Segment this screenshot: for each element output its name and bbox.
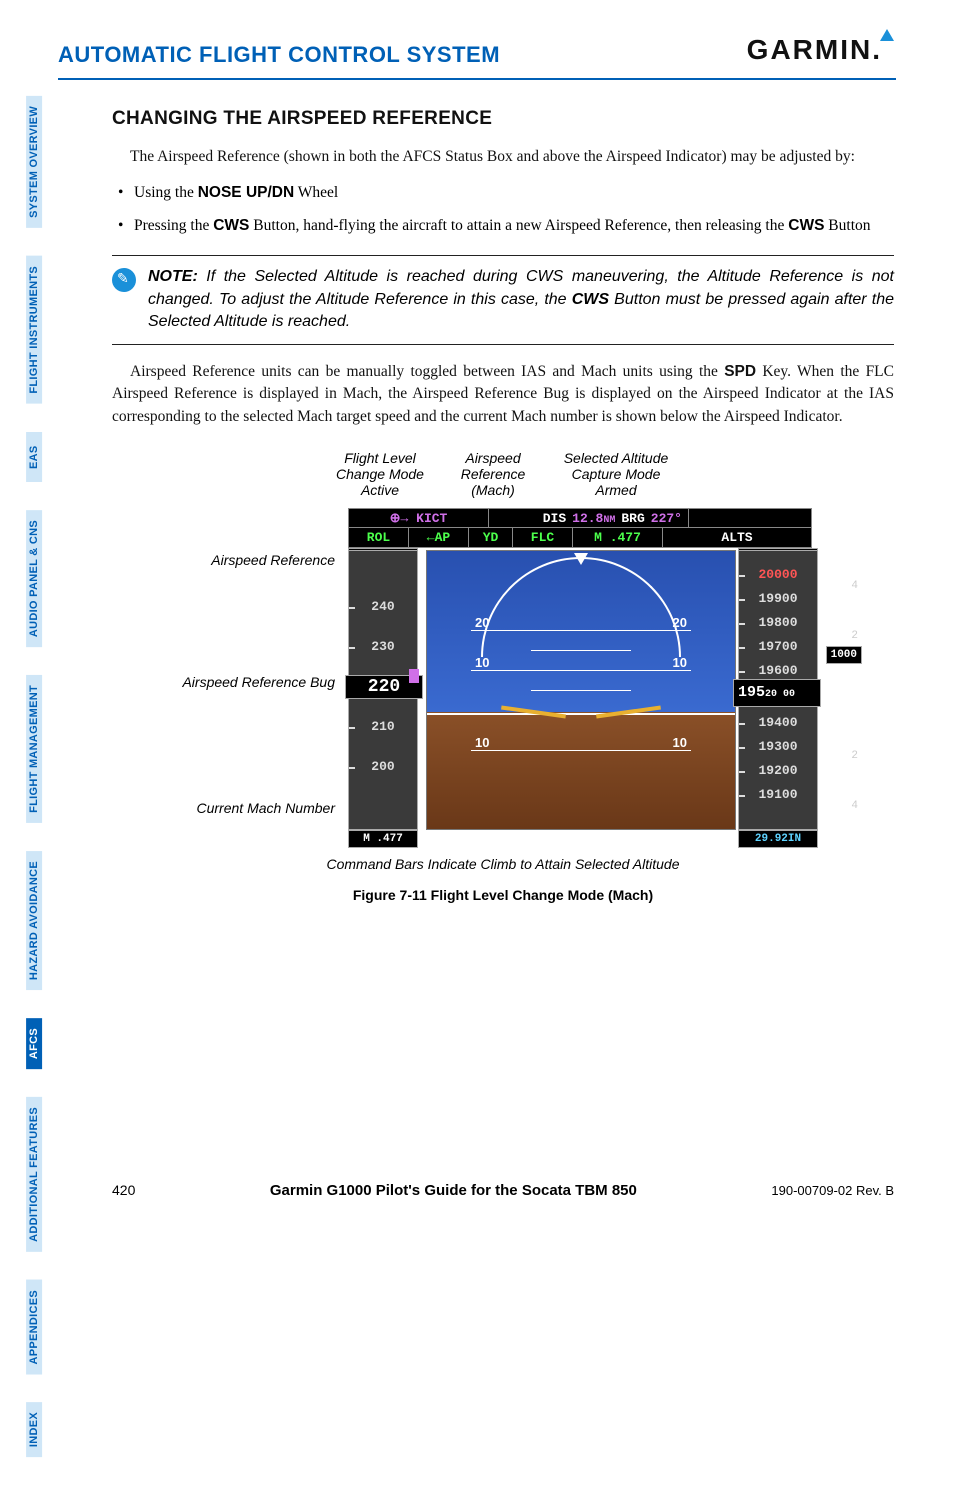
command-bars-caption: Command Bars Indicate Climb to Attain Se… bbox=[188, 856, 818, 873]
tab-index[interactable]: INDEX bbox=[26, 1402, 42, 1457]
ap-annun: ←AP bbox=[409, 528, 469, 547]
callout-flc-active: Flight Level Change Mode Active bbox=[335, 450, 425, 498]
altitude-readout: 19520 00 bbox=[733, 679, 821, 707]
altitude-tape: 20000 19900 19800 19700 19600 19520 00 1… bbox=[738, 550, 818, 830]
tab-flight-instruments[interactable]: FLIGHT INSTRUMENTS bbox=[26, 256, 42, 404]
vsi-readout: 1000 bbox=[826, 646, 862, 664]
tab-system-overview[interactable]: SYSTEM OVERVIEW bbox=[26, 96, 42, 228]
label-airspeed-reference: Airspeed Reference bbox=[211, 552, 335, 568]
airspeed-tape: 240 230 220 210 200 bbox=[348, 550, 418, 830]
callout-alt-capture-armed: Selected Altitude Capture Mode Armed bbox=[561, 450, 671, 498]
roll-pointer-icon bbox=[574, 553, 588, 565]
afcs-status-box: ⊕→ KICT DIS12.8NMBRG227° ROL ←AP YD FLC … bbox=[348, 508, 812, 548]
vertical-mode: FLC bbox=[513, 528, 573, 547]
yd-annun: YD bbox=[469, 528, 513, 547]
body-paragraph: Airspeed Reference units can be manually… bbox=[112, 361, 894, 428]
page-content: CHANGING THE AIRSPEED REFERENCE The Airs… bbox=[112, 108, 894, 903]
callout-airspeed-ref-mach: Airspeed Reference (Mach) bbox=[453, 450, 533, 498]
tab-appendices[interactable]: APPENDICES bbox=[26, 1280, 42, 1375]
tab-afcs[interactable]: AFCS bbox=[26, 1018, 42, 1069]
note-text: NOTE: If the Selected Altitude is reache… bbox=[148, 266, 894, 333]
bullet-1: Using the NOSE UP/DN Wheel bbox=[134, 182, 894, 204]
pfd-wrap: ⊕→ KICT DIS12.8NMBRG227° ROL ←AP YD FLC … bbox=[188, 508, 818, 873]
tab-additional-features[interactable]: ADDITIONAL FEATURES bbox=[26, 1097, 42, 1252]
page-header: AUTOMATIC FLIGHT CONTROL SYSTEM GARMIN. bbox=[58, 42, 896, 80]
lateral-mode: ROL bbox=[349, 528, 409, 547]
figure-caption: Figure 7-11 Flight Level Change Mode (Ma… bbox=[112, 887, 894, 903]
doc-number: 190-00709-02 Rev. B bbox=[771, 1183, 894, 1198]
note-icon bbox=[112, 268, 136, 292]
note-block: NOTE: If the Selected Altitude is reache… bbox=[112, 255, 894, 344]
section-heading: CHANGING THE AIRSPEED REFERENCE bbox=[112, 108, 894, 130]
vertical-ref: M .477 bbox=[573, 528, 663, 547]
mach-readout: M .477 bbox=[348, 830, 418, 848]
status-row-afcs: ROL ←AP YD FLC M .477 ALTS bbox=[348, 528, 812, 548]
page-number: 420 bbox=[112, 1182, 135, 1198]
footer-title: Garmin G1000 Pilot's Guide for the Socat… bbox=[270, 1182, 637, 1199]
figure-top-callouts: Flight Level Change Mode Active Airspeed… bbox=[112, 450, 894, 498]
sidebar-tabs: SYSTEM OVERVIEW FLIGHT INSTRUMENTS EAS A… bbox=[26, 96, 54, 1485]
brand-triangle-icon bbox=[880, 29, 894, 41]
tab-flight-management[interactable]: FLIGHT MANAGEMENT bbox=[26, 675, 42, 823]
vsi: 4 2 2 4 bbox=[822, 560, 858, 820]
bullet-2: Pressing the CWS Button, hand-flying the… bbox=[134, 215, 894, 237]
bullet-list: Using the NOSE UP/DN Wheel Pressing the … bbox=[112, 182, 894, 237]
status-row-nav: ⊕→ KICT DIS12.8NMBRG227° bbox=[348, 508, 812, 528]
command-bars bbox=[511, 710, 651, 714]
intro-paragraph: The Airspeed Reference (shown in both th… bbox=[112, 146, 894, 168]
label-airspeed-reference-bug: Airspeed Reference Bug bbox=[182, 674, 335, 690]
airspeed-bug bbox=[409, 669, 419, 683]
tab-hazard-avoidance[interactable]: HAZARD AVOIDANCE bbox=[26, 851, 42, 990]
page-footer: 420 Garmin G1000 Pilot's Guide for the S… bbox=[112, 1182, 894, 1199]
brand-logo: GARMIN. bbox=[747, 34, 896, 66]
tab-audio-panel-cns[interactable]: AUDIO PANEL & CNS bbox=[26, 510, 42, 647]
baro-setting: 29.92IN bbox=[738, 830, 818, 848]
tab-eas[interactable]: EAS bbox=[26, 432, 42, 482]
attitude-indicator: 2020 1010 1010 bbox=[426, 550, 736, 830]
pfd-display: Airspeed Reference Airspeed Reference Bu… bbox=[188, 550, 818, 850]
label-current-mach-number: Current Mach Number bbox=[197, 800, 336, 816]
figure-7-11: Flight Level Change Mode Active Airspeed… bbox=[112, 450, 894, 903]
armed-mode: ALTS bbox=[663, 528, 811, 547]
